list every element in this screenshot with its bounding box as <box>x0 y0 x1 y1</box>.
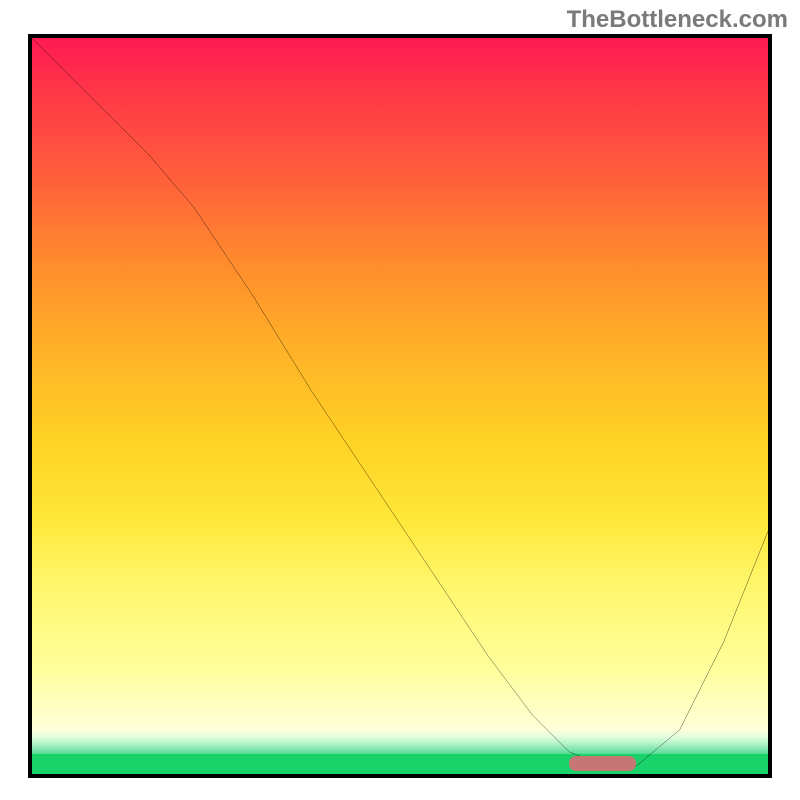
watermark-text: TheBottleneck.com <box>567 6 788 34</box>
curve-line <box>32 38 768 767</box>
plot-area <box>28 34 772 778</box>
bottleneck-curve <box>32 38 768 774</box>
figure-container: TheBottleneck.com <box>0 0 800 800</box>
optimal-marker <box>569 756 635 771</box>
